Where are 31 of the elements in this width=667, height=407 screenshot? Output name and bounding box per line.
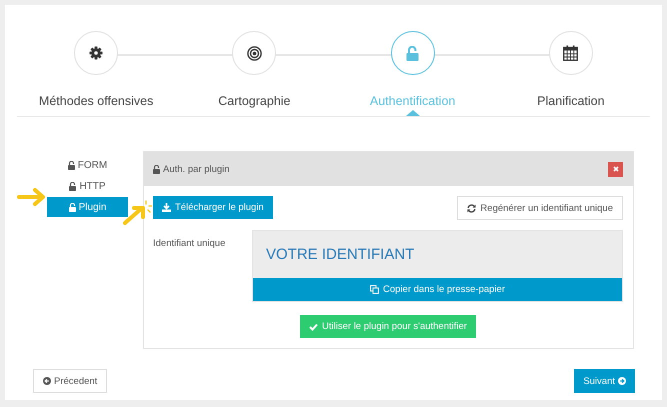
step-circle[interactable] bbox=[548, 31, 593, 75]
auth-method-item[interactable]: FORM bbox=[47, 155, 128, 175]
unlock-icon bbox=[68, 160, 75, 170]
download-icon bbox=[162, 203, 171, 212]
settings-icon bbox=[89, 46, 104, 60]
refresh-icon bbox=[467, 204, 476, 212]
regenerate-button[interactable]: Regénérer un identifiant unique bbox=[457, 196, 623, 220]
close-button[interactable] bbox=[608, 162, 623, 176]
arrow-left-icon bbox=[43, 377, 51, 385]
target-icon bbox=[246, 46, 262, 60]
identifier-value: VOTRE IDENTIFIANT bbox=[265, 245, 416, 265]
field-label: Identifiant unique bbox=[153, 237, 226, 251]
step-label[interactable]: Cartographie bbox=[218, 94, 290, 108]
arrow-right-icon bbox=[618, 377, 626, 385]
step-circle[interactable] bbox=[232, 31, 276, 75]
unlock-icon bbox=[69, 182, 76, 190]
active-step-pointer bbox=[406, 110, 420, 116]
unlock-icon bbox=[68, 202, 76, 212]
close-icon bbox=[612, 166, 618, 172]
copy-icon bbox=[370, 285, 379, 294]
check-icon bbox=[309, 322, 318, 330]
pointer-arrow-icon bbox=[120, 198, 152, 228]
unlock-icon bbox=[406, 46, 420, 60]
panel-title: Auth. par plugin bbox=[153, 164, 230, 174]
step-label[interactable]: Planification bbox=[537, 94, 605, 108]
step-circle[interactable] bbox=[74, 31, 118, 75]
previous-button[interactable]: Précedent bbox=[33, 369, 108, 393]
auth-method-item[interactable]: HTTP bbox=[47, 176, 128, 196]
calendar-icon bbox=[563, 45, 578, 61]
step-label[interactable]: Méthodes offensives bbox=[38, 94, 154, 108]
unlock-icon bbox=[153, 164, 160, 174]
